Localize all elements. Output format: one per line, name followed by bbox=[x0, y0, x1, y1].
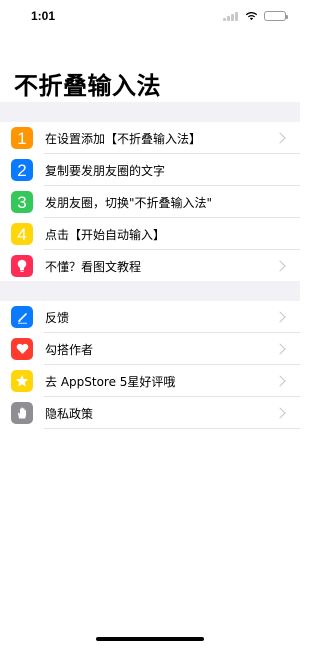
step-2-label: 复制要发朋友圈的文字 bbox=[45, 163, 166, 178]
chevron-right-icon bbox=[274, 311, 286, 323]
misc-group: 反馈 勾搭作者 去 AppStore 5星好评哦 隐私政策 bbox=[0, 301, 300, 429]
step-3-label: 发朋友圈，切换"不折叠输入法" bbox=[45, 195, 213, 210]
star-icon bbox=[11, 370, 33, 392]
section-separator bbox=[0, 281, 300, 301]
pen-icon bbox=[11, 306, 33, 328]
privacy-policy-row[interactable]: 隐私政策 bbox=[0, 397, 300, 429]
status-icons bbox=[223, 11, 288, 21]
contact-author-label: 勾搭作者 bbox=[45, 342, 94, 357]
step-1-number-icon: 1 bbox=[11, 127, 33, 149]
battery-icon bbox=[264, 11, 288, 21]
step-3-row[interactable]: 3 发朋友圈，切换"不折叠输入法" bbox=[0, 186, 300, 218]
chevron-right-icon bbox=[274, 132, 286, 144]
hand-icon bbox=[11, 402, 33, 424]
page-title: 不折叠输入法 bbox=[14, 72, 161, 100]
step-2-number-icon: 2 bbox=[11, 159, 33, 181]
step-3-number-icon: 3 bbox=[11, 191, 33, 213]
feedback-row[interactable]: 反馈 bbox=[0, 301, 300, 333]
chevron-right-icon bbox=[274, 407, 286, 419]
rate-app-label: 去 AppStore 5星好评哦 bbox=[45, 374, 176, 389]
step-2-row[interactable]: 2 复制要发朋友圈的文字 bbox=[0, 154, 300, 186]
lightbulb-icon bbox=[11, 255, 33, 277]
status-time: 1:01 bbox=[31, 9, 56, 23]
tutorial-row[interactable]: 不懂？看图文教程 bbox=[0, 250, 300, 282]
home-indicator[interactable] bbox=[96, 637, 204, 641]
chevron-right-icon bbox=[274, 260, 286, 272]
contact-author-row[interactable]: 勾搭作者 bbox=[0, 333, 300, 365]
wifi-icon bbox=[245, 12, 258, 21]
feedback-label: 反馈 bbox=[45, 310, 70, 325]
chevron-right-icon bbox=[274, 375, 286, 387]
tutorial-label: 不懂？看图文教程 bbox=[45, 259, 142, 274]
step-4-label: 点击【开始自动输入】 bbox=[45, 227, 166, 242]
chevron-right-icon bbox=[274, 343, 286, 355]
section-separator bbox=[0, 102, 300, 122]
step-4-row[interactable]: 4 点击【开始自动输入】 bbox=[0, 218, 300, 250]
cellular-signal-icon bbox=[223, 11, 239, 21]
rate-app-row[interactable]: 去 AppStore 5星好评哦 bbox=[0, 365, 300, 397]
step-1-row[interactable]: 1 在设置添加【不折叠输入法】 bbox=[0, 122, 300, 154]
steps-group: 1 在设置添加【不折叠输入法】 2 复制要发朋友圈的文字 3 发朋友圈，切换"不… bbox=[0, 122, 300, 282]
step-4-number-icon: 4 bbox=[11, 223, 33, 245]
heart-icon bbox=[11, 338, 33, 360]
step-1-label: 在设置添加【不折叠输入法】 bbox=[45, 131, 202, 146]
status-bar: 1:01 bbox=[0, 0, 300, 32]
privacy-policy-label: 隐私政策 bbox=[45, 406, 94, 421]
